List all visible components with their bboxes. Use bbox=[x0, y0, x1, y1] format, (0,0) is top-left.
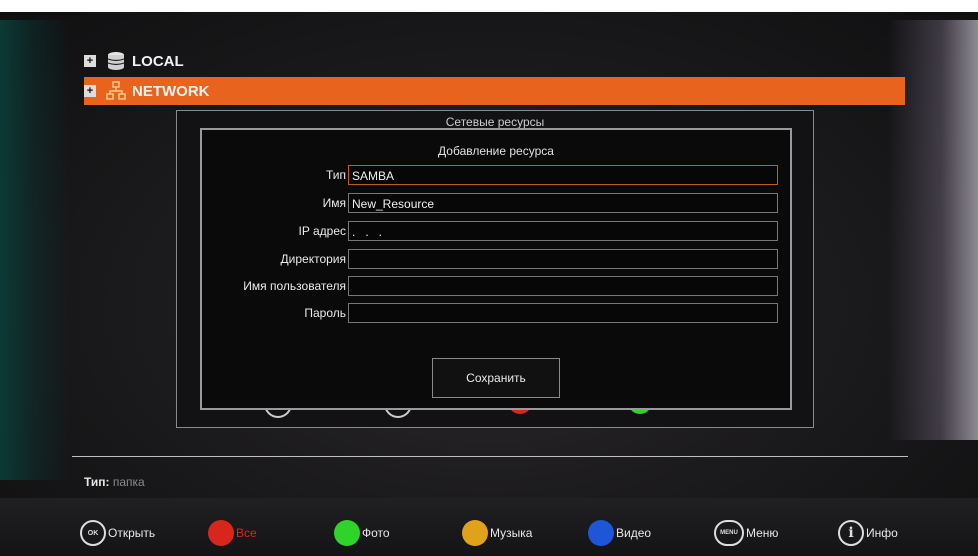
menu-button[interactable]: MENU Меню bbox=[714, 520, 778, 546]
password-field[interactable] bbox=[348, 303, 778, 323]
tree-item-label: NETWORK bbox=[132, 82, 210, 100]
open-button[interactable]: OK Открыть bbox=[80, 520, 155, 546]
ip-address-row: IP адрес . . . bbox=[202, 220, 778, 242]
info-button-icon: i bbox=[838, 520, 864, 546]
top-border bbox=[0, 0, 978, 12]
green-button-icon bbox=[334, 520, 360, 546]
music-label: Музыка bbox=[490, 526, 533, 540]
info-key: Тип: bbox=[84, 475, 110, 489]
network-icon bbox=[106, 81, 126, 100]
tree-item-label: LOCAL bbox=[132, 52, 184, 70]
field-label: Пароль bbox=[304, 306, 346, 320]
name-field[interactable]: New_Resource bbox=[348, 193, 778, 213]
item-info: Тип: папка bbox=[84, 475, 145, 489]
field-label: IP адрес bbox=[298, 224, 346, 238]
info-label: Инфо bbox=[866, 526, 898, 540]
expand-icon[interactable]: + bbox=[84, 55, 96, 67]
username-row: Имя пользователя bbox=[202, 275, 778, 297]
expand-icon[interactable]: + bbox=[84, 85, 96, 97]
all-button[interactable]: Все bbox=[208, 520, 257, 546]
type-field[interactable]: SAMBA bbox=[348, 165, 778, 185]
field-label: Тип bbox=[325, 168, 346, 182]
left-background-glow bbox=[0, 20, 70, 480]
info-button[interactable]: i Инфо bbox=[838, 520, 898, 546]
blue-button-icon bbox=[588, 520, 614, 546]
ip-address-field[interactable]: . . . bbox=[348, 221, 778, 241]
save-button[interactable]: Сохранить bbox=[432, 358, 560, 398]
photo-button[interactable]: Фото bbox=[334, 520, 390, 546]
menu-label: Меню bbox=[746, 526, 779, 540]
photo-label: Фото bbox=[362, 526, 390, 540]
add-resource-dialog: Добавление ресурса Тип SAMBA Имя New_Res… bbox=[200, 128, 792, 410]
name-row: Имя New_Resource bbox=[202, 192, 778, 214]
red-button-icon bbox=[208, 520, 234, 546]
tree-item-local[interactable]: + LOCAL bbox=[84, 47, 184, 75]
ok-button-icon: OK bbox=[80, 520, 106, 546]
divider bbox=[72, 456, 908, 457]
yellow-button-icon bbox=[462, 520, 488, 546]
type-row: Тип SAMBA bbox=[202, 164, 778, 186]
menu-button-icon: MENU bbox=[714, 520, 744, 546]
database-icon bbox=[107, 52, 125, 70]
open-label: Открыть bbox=[108, 526, 156, 540]
field-label: Имя пользователя bbox=[243, 279, 346, 293]
music-button[interactable]: Музыка bbox=[462, 520, 532, 546]
directory-row: Директория bbox=[202, 248, 778, 270]
all-label: Все bbox=[236, 526, 257, 540]
password-row: Пароль bbox=[202, 302, 778, 324]
username-field[interactable] bbox=[348, 276, 778, 296]
video-button[interactable]: Видео bbox=[588, 520, 651, 546]
dialog-title: Сетевые ресурсы bbox=[445, 115, 545, 129]
info-value: папка bbox=[112, 475, 145, 489]
directory-field[interactable] bbox=[348, 249, 778, 269]
video-label: Видео bbox=[616, 526, 652, 540]
tree-item-network[interactable]: + NETWORK bbox=[84, 77, 905, 105]
dialog-title: Добавление ресурса bbox=[438, 144, 554, 158]
field-label: Имя bbox=[322, 196, 346, 210]
field-label: Директория bbox=[280, 252, 346, 266]
